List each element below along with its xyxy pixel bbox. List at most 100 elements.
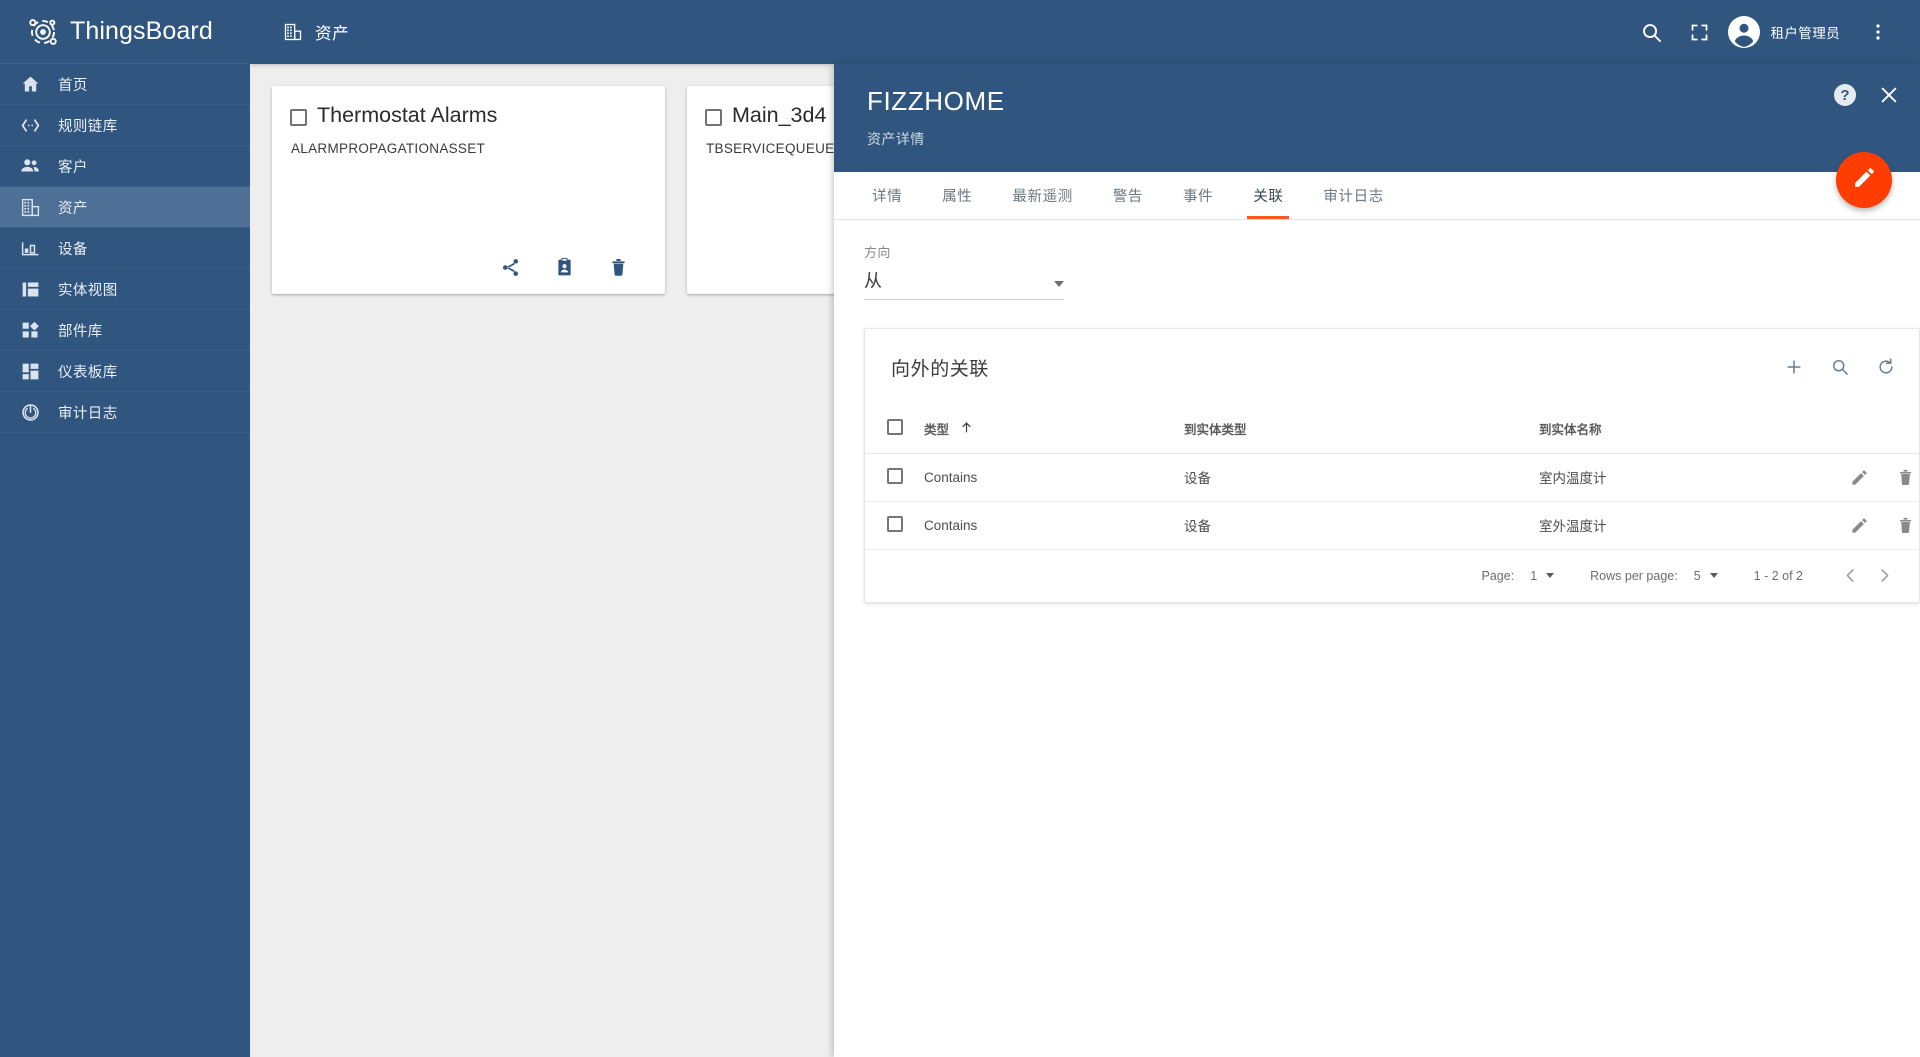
relations-table-body: Contains 设备 室内温度计 Contains 设备 室外温度计	[865, 453, 1920, 550]
page-range-label: 1 - 2 of 2	[1753, 568, 1803, 583]
details-subtitle: 资产详情	[867, 131, 925, 147]
relations-table-card: 向外的关联 类型 到实体类型 到实体名称 Contains 设备 室内温度计 C…	[864, 328, 1920, 603]
more-vert-icon[interactable]	[1854, 8, 1902, 56]
table-row[interactable]: Contains 设备 室内温度计	[865, 453, 1920, 502]
user-menu[interactable]: 租户管理员	[1724, 16, 1855, 48]
row-select-cell	[865, 453, 923, 502]
rows-per-page-select[interactable]: 5	[1694, 569, 1718, 583]
top-toolbar: 资产 租户管理员	[250, 0, 1920, 64]
tab-latest-telemetry[interactable]: 最新遥测	[992, 172, 1092, 219]
sidebar-item-entity-views[interactable]: 实体视图	[0, 269, 250, 310]
edit-pencil-icon	[1852, 165, 1877, 195]
asset-card[interactable]: Thermostat Alarms ALARMPROPAGATIONASSET	[272, 86, 665, 294]
toolbar-actions: 租户管理员	[1628, 8, 1920, 56]
add-icon[interactable]	[1783, 356, 1805, 378]
delete-icon[interactable]	[607, 256, 629, 278]
page-select[interactable]: 1	[1530, 568, 1555, 583]
sidebar-item-devices[interactable]: 设备	[0, 228, 250, 269]
tab-relations[interactable]: 关联	[1233, 172, 1303, 219]
chevron-down-icon	[1546, 573, 1555, 578]
page-label: Page:	[1481, 568, 1515, 583]
asset-card-head: Thermostat Alarms	[290, 103, 645, 128]
relations-title: 向外的关联	[891, 358, 990, 380]
sidebar-item-label: 部件库	[58, 323, 103, 340]
page-value: 1	[1530, 568, 1538, 583]
row-checkbox[interactable]	[887, 467, 903, 484]
direction-field[interactable]: 方向 从	[864, 242, 1064, 300]
rows-per-page-value: 5	[1693, 568, 1701, 583]
cell-entity-type: 设备	[1183, 501, 1538, 550]
delete-relation-icon[interactable]	[1895, 467, 1915, 487]
sidebar-item-widget-library[interactable]: 部件库	[0, 310, 250, 351]
edit-relation-icon[interactable]	[1849, 515, 1869, 535]
assets-icon	[283, 21, 305, 43]
fullscreen-icon[interactable]	[1676, 8, 1724, 56]
page-title: 资产	[315, 25, 350, 43]
relations-table-head: 类型 到实体类型 到实体名称	[865, 405, 1920, 454]
devices-icon	[18, 236, 42, 260]
direction-value: 从	[864, 271, 882, 291]
tab-alarms[interactable]: 警告	[1093, 172, 1163, 219]
sidebar-nav: 首页 规则链库 客户 资产 设备 实体视图 部件库 仪表板库 审计日志	[0, 64, 250, 433]
row-checkbox[interactable]	[887, 515, 903, 532]
sidebar-item-customers[interactable]: 客户	[0, 146, 250, 187]
chevron-down-icon	[1054, 281, 1064, 287]
edit-relation-icon[interactable]	[1849, 467, 1869, 487]
tab-details[interactable]: 详情	[852, 172, 922, 219]
dashboard-library-icon	[18, 359, 42, 383]
close-icon[interactable]	[1878, 84, 1900, 106]
delete-relation-icon[interactable]	[1895, 515, 1915, 535]
sidebar-item-label: 仪表板库	[58, 364, 118, 381]
column-header-entity-name[interactable]: 到实体名称	[1538, 405, 1828, 454]
sidebar-item-home[interactable]: 首页	[0, 64, 250, 105]
chevron-left-icon[interactable]	[1833, 559, 1867, 593]
column-header-type[interactable]: 类型	[923, 405, 1183, 454]
sidebar-item-dashboard-library[interactable]: 仪表板库	[0, 351, 250, 392]
search-icon[interactable]	[1628, 8, 1676, 56]
sidebar-item-assets[interactable]: 资产	[0, 187, 250, 228]
details-header-actions: ?	[1834, 84, 1900, 106]
asset-card-checkbox[interactable]	[705, 109, 722, 126]
column-header-entity-type[interactable]: 到实体类型	[1183, 405, 1538, 454]
sidebar-item-label: 实体视图	[58, 282, 118, 299]
asset-card-checkbox[interactable]	[290, 109, 307, 126]
asset-card-title: Main_3d4	[732, 103, 827, 127]
cell-entity-name: 室内温度计	[1538, 453, 1828, 502]
sidebar-item-rule-chains[interactable]: 规则链库	[0, 105, 250, 146]
select-all-header	[865, 405, 923, 454]
table-paginator: Page: 1 Rows per page: 5 1 - 2 of 2	[865, 550, 1919, 602]
tab-attributes[interactable]: 属性	[922, 172, 992, 219]
cell-entity-name: 室外温度计	[1538, 501, 1828, 550]
tab-audit-logs[interactable]: 审计日志	[1303, 172, 1403, 219]
sidebar-item-label: 规则链库	[58, 118, 118, 135]
chevron-right-icon[interactable]	[1867, 559, 1901, 593]
column-header-label: 类型	[924, 423, 950, 438]
help-icon[interactable]: ?	[1834, 84, 1856, 106]
select-all-checkbox[interactable]	[887, 419, 903, 436]
toolbar-breadcrumb[interactable]: 资产	[250, 20, 349, 44]
tab-events[interactable]: 事件	[1163, 172, 1233, 219]
entity-details-panel: FIZZHOME 资产详情 ? 详情 属性 最新遥测 警告 事件 关联 审计日志…	[834, 64, 1920, 1057]
refresh-icon[interactable]	[1875, 356, 1897, 378]
share-icon[interactable]	[499, 256, 521, 278]
cell-type: Contains	[923, 501, 1183, 550]
table-row[interactable]: Contains 设备 室外温度计	[865, 501, 1920, 550]
asset-card-actions	[290, 256, 645, 284]
direction-select[interactable]: 从	[864, 267, 1064, 300]
details-header: FIZZHOME 资产详情 ?	[834, 64, 1920, 172]
direction-label: 方向	[864, 245, 891, 260]
audit-log-icon	[18, 400, 42, 424]
edit-fab-button[interactable]	[1836, 152, 1892, 208]
search-icon[interactable]	[1829, 356, 1851, 378]
sidebar-item-audit-logs[interactable]: 审计日志	[0, 392, 250, 433]
sidebar-item-label: 设备	[58, 241, 88, 258]
sort-asc-arrow-icon	[959, 420, 974, 438]
asset-card-title: Thermostat Alarms	[317, 103, 498, 127]
user-name: 租户管理员	[1770, 26, 1840, 41]
relations-toolbar: 向外的关联	[865, 329, 1919, 405]
relations-table: 类型 到实体类型 到实体名称 Contains 设备 室内温度计 Contain…	[865, 405, 1920, 550]
widget-library-icon	[18, 318, 42, 342]
account-circle-icon	[1727, 16, 1760, 48]
brand[interactable]: ThingsBoard	[0, 0, 250, 64]
assign-customer-icon[interactable]	[553, 256, 575, 278]
